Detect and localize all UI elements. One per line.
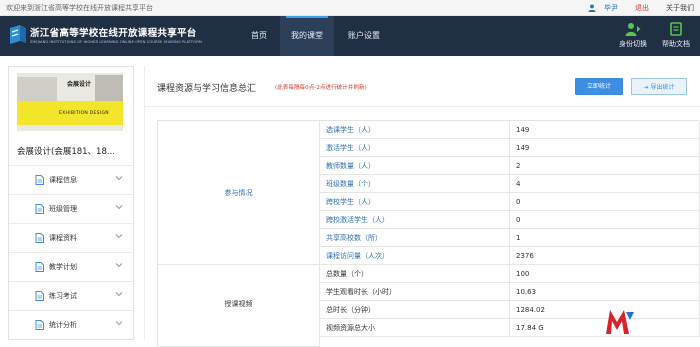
nav-my-course-label: 我的课堂 <box>291 31 323 40</box>
menu-item-label: 课程资料 <box>49 234 77 242</box>
row-value: 10.63 <box>510 283 700 301</box>
row-label[interactable]: 教师数量（人） <box>320 157 510 175</box>
document-icon <box>35 262 44 272</box>
top-welcome-bar: 欢迎来到浙江省高等学校在线开放课程共享平台 毕尹 退出 关于我们 <box>0 0 700 16</box>
user-icon <box>588 4 596 12</box>
platform-title: 浙江省高等学校在线开放课程共享平台 <box>30 28 197 39</box>
switch-identity-button[interactable]: 身份切换 <box>613 20 653 54</box>
export-label: 导出统计 <box>650 84 675 91</box>
chevron-down-icon <box>115 205 123 210</box>
course-name[interactable]: 会展设计(会展181、18... <box>17 145 115 157</box>
menu-item-exercises-exams[interactable]: 练习考试 <box>9 281 133 310</box>
cover-photo-right <box>95 75 123 101</box>
row-label: 总时长（分钟） <box>320 301 510 319</box>
watermark-logo-icon <box>606 310 634 334</box>
row-label[interactable]: 课程访问量（人次） <box>320 247 510 265</box>
chevron-down-icon <box>115 292 123 297</box>
group-lecture-video: 授课视频 <box>158 265 320 347</box>
course-cover-image[interactable]: 会展设计 EXHIBITION DESIGN <box>17 73 123 131</box>
menu-item-class-management[interactable]: 班级管理 <box>9 194 133 223</box>
row-label: 学生观看时长（小时） <box>320 283 510 301</box>
row-value: 0 <box>510 211 700 229</box>
menu-item-label: 班级管理 <box>49 205 77 213</box>
chevron-down-icon <box>115 234 123 239</box>
row-label[interactable]: 班级数量（个） <box>320 175 510 193</box>
row-label[interactable]: 激活学生（人） <box>320 139 510 157</box>
document-icon <box>35 204 44 214</box>
help-docs-button[interactable]: 帮助文档 <box>656 20 696 54</box>
document-icon <box>35 233 44 243</box>
help-docs-label: 帮助文档 <box>662 40 690 48</box>
active-nav-indicator <box>286 16 328 18</box>
refresh-note: (此表每隔每0点-2点进行统计并刷新) <box>275 85 367 91</box>
row-label[interactable]: 选课学生（人） <box>320 121 510 139</box>
logout-link[interactable]: 退出 <box>635 0 649 16</box>
document-icon <box>35 175 44 185</box>
run-statistics-button[interactable]: 立即统计 <box>575 78 623 95</box>
row-label[interactable]: 跨校学生（人） <box>320 193 510 211</box>
menu-item-label: 课程信息 <box>49 176 77 184</box>
document-icon <box>35 291 44 301</box>
nav-home[interactable]: 首页 <box>242 16 276 56</box>
about-us-link[interactable]: 关于我们 <box>666 0 694 16</box>
menu-item-teaching-plan[interactable]: 教学计划 <box>9 252 133 281</box>
cover-title: 会展设计 <box>67 81 92 88</box>
course-menu: 课程信息 班级管理 课程资料 教学计划 练习考试 统计分析 <box>9 165 133 339</box>
row-label[interactable]: 跨校激活学生（人） <box>320 211 510 229</box>
help-document-icon <box>670 22 682 36</box>
menu-item-label: 统计分析 <box>49 321 77 329</box>
chevron-down-icon <box>115 176 123 181</box>
row-value: 100 <box>510 265 700 283</box>
main-content: 课程资源与学习信息总汇 (此表每隔每0点-2点进行统计并刷新) 立即统计 ⇥ 导… <box>144 66 700 347</box>
document-icon <box>35 320 44 330</box>
nav-account-settings[interactable]: 账户设置 <box>338 16 390 56</box>
chevron-down-icon <box>115 321 123 326</box>
platform-subtitle: ZHEJIANG INSTITUTIONS OF HIGHER LEARNING… <box>30 40 202 44</box>
row-value: 2 <box>510 157 700 175</box>
export-statistics-button[interactable]: ⇥ 导出统计 <box>631 78 687 95</box>
row-value: 0 <box>510 193 700 211</box>
row-label: 视频资源总大小 <box>320 319 510 337</box>
title-divider <box>145 106 700 107</box>
switch-identity-label: 身份切换 <box>619 40 647 48</box>
username-link[interactable]: 毕尹 <box>604 0 618 16</box>
course-sidebar: 会展设计 EXHIBITION DESIGN 会展设计(会展181、18... … <box>8 66 134 340</box>
row-label: 总数量（个） <box>320 265 510 283</box>
menu-item-course-materials[interactable]: 课程资料 <box>9 223 133 252</box>
welcome-text: 欢迎来到浙江省高等学校在线开放课程共享平台 <box>6 4 153 12</box>
menu-item-course-info[interactable]: 课程信息 <box>9 165 133 194</box>
platform-logo-icon[interactable] <box>8 24 28 46</box>
row-label[interactable]: 共享高校数（所） <box>320 229 510 247</box>
cover-photo-left <box>17 77 57 103</box>
row-value: 2376 <box>510 247 700 265</box>
row-value: 149 <box>510 121 700 139</box>
group-participation: 参与情况 <box>158 121 320 265</box>
menu-item-label: 练习考试 <box>49 292 77 300</box>
switch-user-icon <box>625 23 641 36</box>
row-value: 1 <box>510 229 700 247</box>
nav-my-course[interactable]: 我的课堂 <box>280 16 334 56</box>
chevron-down-icon <box>115 263 123 268</box>
site-header: 浙江省高等学校在线开放课程共享平台 ZHEJIANG INSTITUTIONS … <box>0 16 700 56</box>
cover-subtitle: EXHIBITION DESIGN <box>59 111 109 116</box>
menu-item-label: 教学计划 <box>49 263 77 271</box>
row-value: 149 <box>510 139 700 157</box>
menu-item-statistics[interactable]: 统计分析 <box>9 310 133 339</box>
row-value: 4 <box>510 175 700 193</box>
page-title: 课程资源与学习信息总汇 <box>157 84 257 94</box>
